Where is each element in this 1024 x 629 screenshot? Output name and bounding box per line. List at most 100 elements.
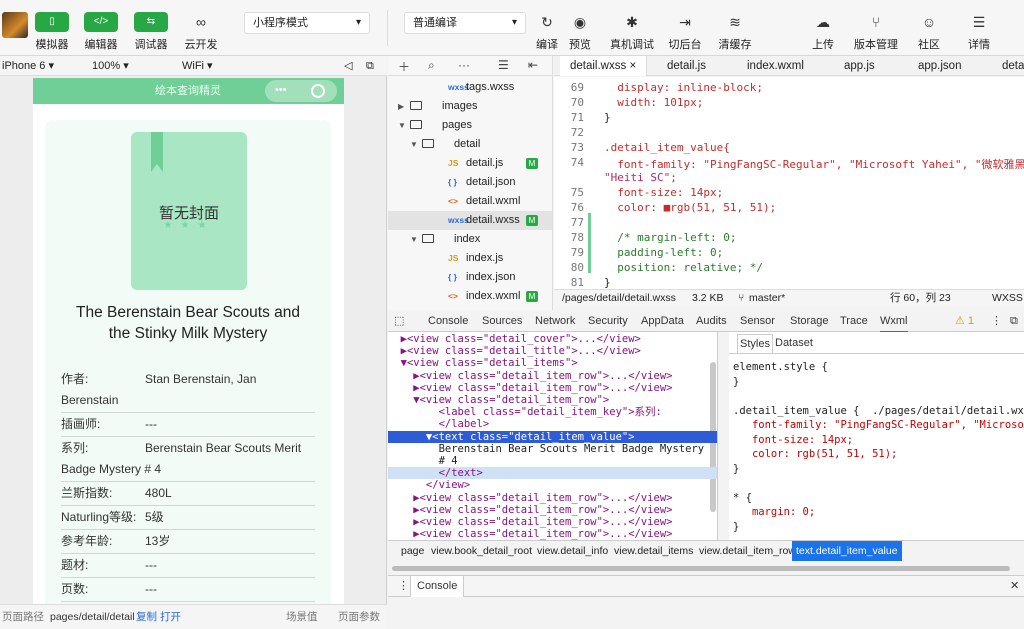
upload-button[interactable]: ☁ 上传 xyxy=(798,12,848,52)
wxml-tree[interactable]: ▶<view class="detail_cover">...</view> ▶… xyxy=(388,332,718,540)
close-tab-icon[interactable]: × xyxy=(629,60,636,72)
dock-icon[interactable]: ⧉ xyxy=(1010,311,1018,331)
breadcrumb-item[interactable]: view.detail_info xyxy=(533,541,612,562)
inspect-icon[interactable]: ⬚ xyxy=(394,311,404,331)
background-button[interactable]: ⇥ 切后台 xyxy=(660,12,710,52)
dom-node[interactable]: ▶<view class="detail_item_row">...</view… xyxy=(388,516,717,528)
dom-node[interactable]: </text> xyxy=(388,467,717,480)
chevron-down-icon[interactable]: ▼ xyxy=(410,135,418,154)
clear-cache-button[interactable]: ≋ 清缓存 xyxy=(710,12,760,52)
devtools-tab-console[interactable]: Console xyxy=(428,311,468,331)
breadcrumb-item[interactable]: view.detail_item_row xyxy=(695,541,800,562)
tree-file[interactable]: JS index.js xyxy=(388,249,552,268)
dom-node[interactable]: ▶<view class="detail_title">...</view> xyxy=(388,345,717,357)
open-link[interactable]: 打开 xyxy=(160,605,181,629)
devtools-tab-wxml[interactable]: Wxml xyxy=(880,311,908,333)
chevron-down-icon[interactable]: ▼ xyxy=(410,230,418,249)
tree-folder[interactable]: ▼ detail xyxy=(388,135,552,154)
editor-tab[interactable]: app.js xyxy=(844,56,875,76)
copy-link[interactable]: 复制 xyxy=(136,605,157,629)
tree-file[interactable]: { } index.json xyxy=(388,268,552,287)
editor-tab[interactable]: detail.wxss × xyxy=(560,56,648,76)
sort-icon[interactable]: ☰ xyxy=(498,58,509,72)
volume-icon[interactable]: ◁ xyxy=(344,56,352,76)
tree-file[interactable]: <> detail.wxml xyxy=(388,192,552,211)
dom-node[interactable]: ▼<view class="detail_item_row"> xyxy=(388,394,717,406)
devtools-tab-network[interactable]: Network xyxy=(535,311,575,331)
search-icon[interactable]: ⌕ xyxy=(428,58,435,73)
dom-node[interactable]: ▶<view class="detail_cover">...</view> xyxy=(388,333,717,345)
version-button[interactable]: ⑂ 版本管理 xyxy=(851,12,901,52)
more-icon[interactable]: ••• xyxy=(275,84,287,96)
styles-tab[interactable]: Styles xyxy=(737,334,773,354)
devtools-tab-trace[interactable]: Trace xyxy=(840,311,868,331)
breadcrumb-item[interactable]: view.book_detail_root xyxy=(427,541,536,562)
device-debug-button[interactable]: ✱ 真机调试 xyxy=(607,12,657,52)
breadcrumb-item[interactable]: page xyxy=(397,541,428,562)
close-circle-icon[interactable] xyxy=(311,84,325,98)
capsule-button[interactable]: ••• xyxy=(265,80,337,102)
dom-node[interactable]: ▼<text class="detail_item_value"> xyxy=(388,430,717,443)
dom-node[interactable]: <label class="detail_item_key">系列: xyxy=(388,406,717,418)
close-icon[interactable]: ✕ xyxy=(1010,576,1019,597)
mode-select[interactable]: 小程序模式 xyxy=(244,12,370,34)
network-select[interactable]: WiFi xyxy=(182,56,213,76)
language-mode[interactable]: WXSS xyxy=(992,290,1023,307)
devtools-tab-security[interactable]: Security xyxy=(588,311,628,331)
breadcrumb-item[interactable]: view.detail_items xyxy=(610,541,697,562)
tree-file[interactable]: JS detail.js M xyxy=(388,154,552,173)
dataset-tab[interactable]: Dataset xyxy=(775,332,813,354)
tree-folder[interactable]: ▼ index xyxy=(388,230,552,249)
device-select[interactable]: iPhone 6 xyxy=(2,56,54,76)
dom-node[interactable]: ▶<view class="detail_item_row">...</view… xyxy=(388,382,717,394)
window-icon[interactable]: ⧉ xyxy=(366,56,374,76)
code-editor[interactable]: 69 display: inline-block; 70 width: 101px… xyxy=(554,77,1024,289)
tree-file[interactable]: wxss tags.wxss xyxy=(388,78,552,97)
dom-node[interactable]: ▶<view class="detail_item_row">...</view… xyxy=(388,370,717,382)
devtools-tab-appdata[interactable]: AppData xyxy=(641,311,684,331)
devtools-tab-sources[interactable]: Sources xyxy=(482,311,522,331)
tree-file[interactable]: { } detail.json xyxy=(388,173,552,192)
dom-node[interactable]: ▶<view class="detail_item_row">...</view… xyxy=(388,504,717,516)
cloud-dev-button[interactable]: ∞ 云开发 xyxy=(171,12,231,52)
more-vertical-icon[interactable]: ⋮ xyxy=(991,311,1002,331)
collapse-icon[interactable]: ⇤ xyxy=(528,58,538,72)
editor-tab[interactable]: deta xyxy=(1002,56,1024,76)
cursor-position[interactable]: 行 60，列 23 xyxy=(890,290,951,307)
community-button[interactable]: ☺ 社区 xyxy=(904,12,954,52)
add-icon[interactable]: ＋ xyxy=(398,58,410,75)
page-params[interactable]: 页面参数 xyxy=(338,605,380,629)
tree-folder[interactable]: ▼ pages xyxy=(388,116,552,135)
more-icon[interactable]: ··· xyxy=(458,58,470,72)
dom-node[interactable]: ▶<view class="detail_item_row">...</view… xyxy=(388,492,717,504)
scene-value[interactable]: 场景值 xyxy=(286,605,318,629)
horizontal-scrollbar[interactable] xyxy=(388,564,1024,572)
menu-dots-icon[interactable]: ⋮ xyxy=(398,576,409,597)
devtools-tab-audits[interactable]: Audits xyxy=(696,311,727,331)
tree-folder[interactable]: ▶ images xyxy=(388,97,552,116)
zoom-select[interactable]: 100% xyxy=(92,56,129,76)
console-tab[interactable]: Console xyxy=(410,576,465,597)
editor-tab[interactable]: detail.js xyxy=(667,56,706,76)
chevron-down-icon[interactable]: ▼ xyxy=(398,116,406,135)
preview-button[interactable]: ◉ 预览 xyxy=(555,12,605,52)
dom-node[interactable]: ▼<view class="detail_items"> xyxy=(388,357,717,369)
details-button[interactable]: ☰ 详情 xyxy=(954,12,1004,52)
dom-node[interactable]: Berenstain Bear Scouts Merit Badge Myste… xyxy=(388,443,717,455)
dom-node[interactable]: </label> xyxy=(388,418,717,430)
warning-badge[interactable]: ⚠ 1 xyxy=(955,311,974,331)
git-branch[interactable]: master* xyxy=(749,290,785,307)
tree-file[interactable]: <> index.wxml M xyxy=(388,287,552,306)
chevron-right-icon[interactable]: ▶ xyxy=(398,97,404,116)
editor-tab[interactable]: app.json xyxy=(918,56,961,76)
editor-tab[interactable]: index.wxml xyxy=(747,56,804,76)
dom-node[interactable]: ▶<view class="detail_item_row">...</view… xyxy=(388,528,717,540)
tree-file[interactable]: wxss detail.wxss M xyxy=(388,211,552,230)
detail-key: 参考年龄: xyxy=(61,534,113,548)
devtools-tab-storage[interactable]: Storage xyxy=(790,311,829,331)
dom-node[interactable]: </view> xyxy=(388,479,717,491)
dom-node[interactable]: # 4 xyxy=(388,455,717,467)
breadcrumb-item[interactable]: text.detail_item_value xyxy=(792,541,902,561)
compile-select[interactable]: 普通编译 xyxy=(404,12,526,34)
devtools-tab-sensor[interactable]: Sensor xyxy=(740,311,775,331)
